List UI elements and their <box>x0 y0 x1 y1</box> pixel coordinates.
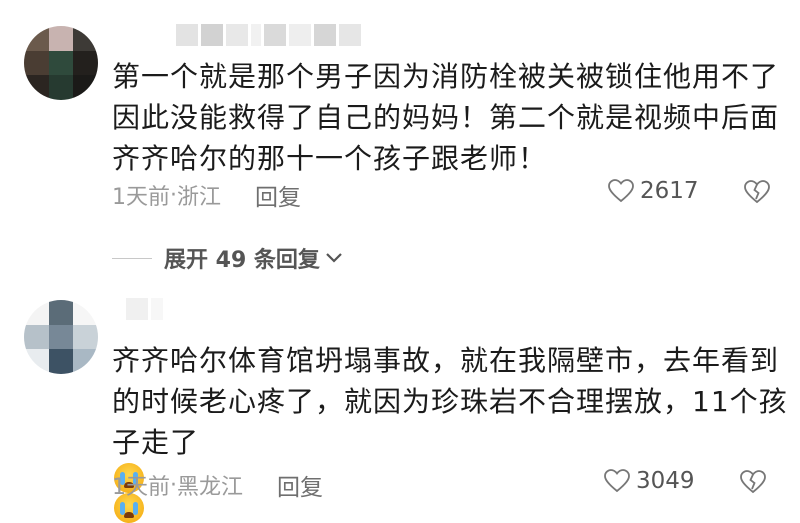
avatar[interactable] <box>24 300 98 374</box>
comment-text-line: 的时候老心疼了，就因为珍珠岩不合理摆放，11个孩 <box>112 385 788 418</box>
expand-replies-button[interactable]: 展开 49 条回复 <box>112 242 344 274</box>
comment-time: 1天前 <box>112 475 170 500</box>
comment-meta: 1天前 · 黑龙江 回复 <box>112 468 323 502</box>
comment-text-fragment: 子走了 <box>112 426 200 459</box>
divider <box>112 257 152 259</box>
comment-item: 齐齐哈尔体育馆坍塌事故，就在我隔壁市，去年看到 的时候老心疼了，就因为珍珠岩不合… <box>0 0 800 523</box>
like-button[interactable]: 3049 <box>604 468 695 494</box>
comment-text-line: 齐齐哈尔体育馆坍塌事故，就在我隔壁市，去年看到 <box>112 344 780 377</box>
broken-heart-outline-icon[interactable] <box>740 470 766 494</box>
chevron-down-icon <box>326 253 342 263</box>
expand-replies-label: 展开 49 条回复 <box>164 248 320 273</box>
like-count: 3049 <box>636 468 695 494</box>
comment-location: 黑龙江 <box>177 475 244 500</box>
heart-outline-icon <box>604 469 630 493</box>
reply-button[interactable]: 回复 <box>277 468 323 502</box>
meta-separator: · <box>170 472 177 498</box>
username-blurred[interactable] <box>126 298 163 320</box>
